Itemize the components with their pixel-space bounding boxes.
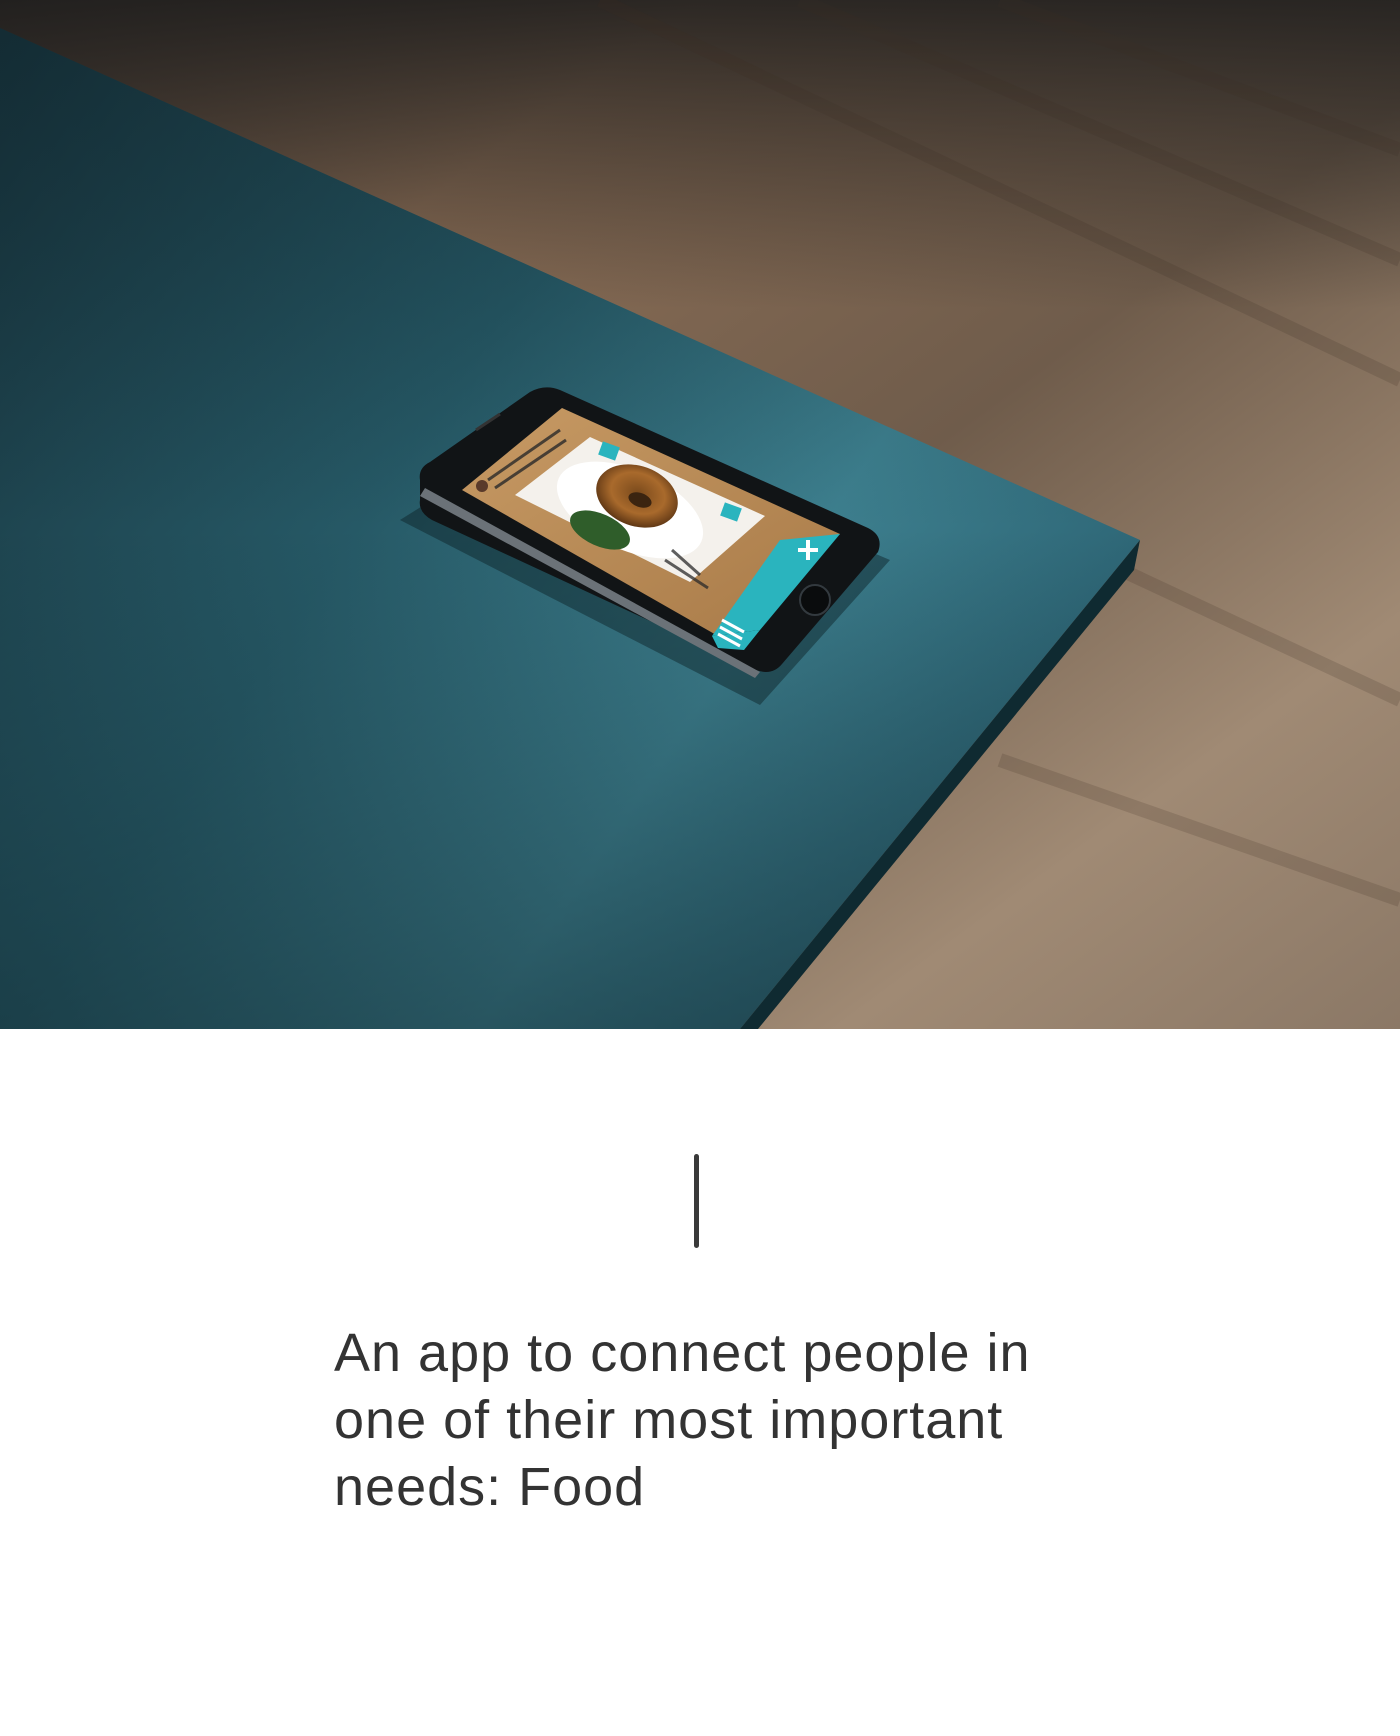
page: An app to connect people in one of their… <box>0 0 1400 1736</box>
hero-image <box>0 0 1400 1029</box>
tagline: An app to connect people in one of their… <box>334 1323 1031 1517</box>
divider-line <box>694 1154 699 1248</box>
